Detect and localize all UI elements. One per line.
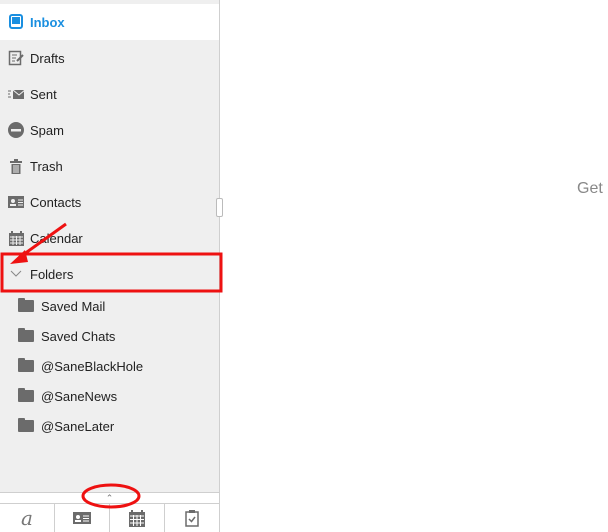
folder-label: Saved Chats (41, 328, 116, 344)
folder-item[interactable]: Saved Mail (0, 291, 219, 321)
sidebar-item-label: Sent (30, 86, 57, 102)
trash-icon (8, 158, 24, 174)
folder-icon (18, 328, 34, 342)
folder-label: @SaneNews (41, 388, 118, 404)
bottom-tab-bar: a (0, 503, 219, 532)
sidebar-resize-handle[interactable] (216, 198, 223, 217)
sidebar-item-trash[interactable]: Trash (0, 148, 219, 184)
sidebar-item-label: Calendar (30, 230, 83, 246)
calendar-tab[interactable] (110, 504, 165, 532)
folder-item[interactable]: @SaneLater (0, 411, 219, 441)
folder-icon (18, 298, 34, 312)
sidebar-item-label: Drafts (30, 50, 65, 66)
sidebar-item-folders[interactable]: Folders (0, 256, 219, 292)
inbox-icon (8, 14, 24, 30)
calendar-icon (129, 509, 145, 527)
contacts-icon (73, 512, 91, 524)
sidebar-item-spam[interactable]: Spam (0, 112, 219, 148)
collapse-toggle[interactable]: ⌃ (0, 492, 219, 503)
tasks-icon (185, 509, 199, 527)
folder-icon (18, 388, 34, 402)
main-placeholder-text: Get (577, 180, 603, 197)
folder-item[interactable]: Saved Chats (0, 321, 219, 351)
mail-app-icon: a (21, 506, 33, 530)
mail-app-tab[interactable]: a (0, 504, 55, 532)
drafts-icon (8, 50, 24, 66)
chevron-up-icon[interactable]: ⌃ (106, 493, 114, 503)
folder-item[interactable]: @SaneBlackHole (0, 351, 219, 381)
sidebar-item-label: Inbox (30, 14, 65, 30)
sidebar-item-inbox[interactable]: Inbox (0, 4, 219, 40)
folder-label: Saved Mail (41, 298, 106, 314)
sidebar-item-drafts[interactable]: Drafts (0, 40, 219, 76)
folder-label: @SaneBlackHole (41, 358, 144, 374)
tasks-tab[interactable] (165, 504, 219, 532)
calendar-icon (8, 230, 24, 246)
sidebar-item-label: Contacts (30, 194, 82, 210)
sidebar-item-contacts[interactable]: Contacts (0, 184, 219, 220)
folder-icon (18, 358, 34, 372)
sidebar-item-label: Folders (30, 266, 74, 282)
sidebar-item-label: Spam (30, 122, 64, 138)
sent-icon (8, 86, 24, 102)
sidebar: Inbox Drafts Sent Spam Trash Contacts Ca… (0, 0, 220, 532)
folder-label: @SaneLater (41, 418, 115, 434)
chevron-down-icon[interactable] (8, 266, 24, 282)
contacts-tab[interactable] (55, 504, 110, 532)
sidebar-item-label: Trash (30, 158, 63, 174)
spam-icon (8, 122, 24, 138)
contacts-icon (8, 194, 24, 210)
folder-item[interactable]: @SaneNews (0, 381, 219, 411)
sidebar-item-sent[interactable]: Sent (0, 76, 219, 112)
sidebar-item-calendar[interactable]: Calendar (0, 220, 219, 256)
folder-icon (18, 418, 34, 432)
